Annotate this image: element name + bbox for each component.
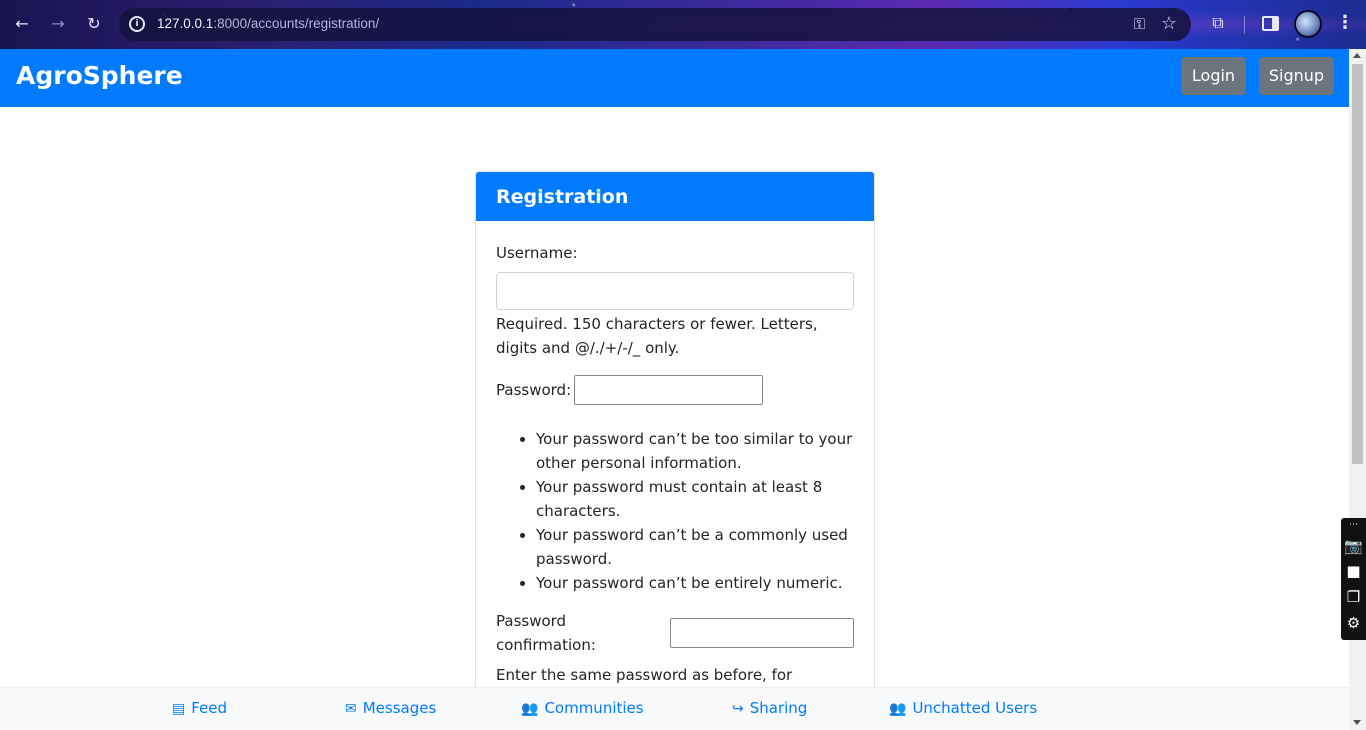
back-icon[interactable]: ← xyxy=(11,13,33,35)
nav-communities[interactable]: 👥 Communities xyxy=(521,699,644,717)
registration-form: Username: Required. 150 characters or fe… xyxy=(476,221,874,730)
key-icon[interactable]: ⚿ xyxy=(1134,15,1145,33)
scroll-thumb[interactable] xyxy=(1352,64,1363,464)
url-host: 127.0.0.1 xyxy=(157,16,214,31)
nav-communities-label: Communities xyxy=(544,699,644,717)
camera-icon[interactable]: 📷 xyxy=(1343,536,1364,556)
username-label: Username: xyxy=(496,244,578,262)
password-confirmation-label: Password confirmation: xyxy=(496,612,596,654)
scroll-up-arrow[interactable] xyxy=(1353,53,1361,58)
bookmark-star-icon[interactable]: ☆ xyxy=(1161,13,1177,34)
share-icon: ↪ xyxy=(732,701,744,717)
forward-icon[interactable]: → xyxy=(47,13,69,35)
nav-feed[interactable]: ▤ Feed xyxy=(172,699,227,717)
signup-button[interactable]: Signup xyxy=(1259,57,1334,95)
newspaper-icon: ▤ xyxy=(172,701,186,717)
envelope-icon: ✉ xyxy=(345,701,357,717)
nav-unchatted-users-label: Unchatted Users xyxy=(912,699,1038,717)
login-button[interactable]: Login xyxy=(1181,57,1246,95)
nav-sharing-label: Sharing xyxy=(749,699,808,717)
password-rule: Your password can’t be entirely numeric. xyxy=(536,571,854,595)
top-navbar: AgroSphere Login Signup xyxy=(0,49,1349,107)
capture-tool-panel: ⋯ 📷 ■ ❐ ⚙ xyxy=(1341,518,1366,640)
extensions-icon[interactable]: ⧉ xyxy=(1207,13,1229,35)
nav-unchatted-users[interactable]: 👥 Unchatted Users xyxy=(889,699,1037,717)
password-input[interactable] xyxy=(574,375,764,405)
video-icon[interactable]: ■ xyxy=(1343,561,1364,581)
password-rule: Your password must contain at least 8 ch… xyxy=(536,475,854,523)
password-label: Password: xyxy=(496,381,572,399)
nav-feed-label: Feed xyxy=(191,699,228,717)
address-bar[interactable]: i 127.0.0.1:8000/accounts/registration/ … xyxy=(119,8,1191,41)
nav-sharing[interactable]: ↪ Sharing xyxy=(732,699,807,717)
browser-toolbar: ← → ↻ i 127.0.0.1:8000/accounts/registra… xyxy=(0,0,1366,49)
scroll-down-arrow[interactable] xyxy=(1353,720,1361,725)
address-url[interactable]: 127.0.0.1:8000/accounts/registration/ xyxy=(157,16,379,31)
password-row: Password: xyxy=(496,375,854,405)
bottom-navigation: ▤ Feed ✉ Messages 👥 Communities ↪ Sharing 👥 U… xyxy=(0,687,1349,730)
confirm-row: Password confirmation: xyxy=(496,609,854,657)
reload-icon[interactable]: ↻ xyxy=(83,13,105,35)
password-rule: Your password can’t be too similar to yo… xyxy=(536,427,854,475)
more-menu-icon[interactable]: ⋮ xyxy=(1336,12,1354,33)
password-confirmation-input[interactable] xyxy=(670,618,854,648)
site-info-icon[interactable]: i xyxy=(129,16,145,32)
page-viewport: AgroSphere Login Signup Registration Use… xyxy=(0,49,1349,730)
users-icon: 👥 xyxy=(889,701,907,717)
nav-messages-label: Messages xyxy=(362,699,437,717)
password-rule: Your password can’t be a commonly used p… xyxy=(536,523,854,571)
username-input[interactable] xyxy=(496,272,854,310)
registration-card: Registration Username: Required. 150 cha… xyxy=(475,171,875,730)
settings-gear-icon[interactable]: ⚙ xyxy=(1343,613,1364,633)
side-panel-icon[interactable] xyxy=(1262,16,1279,31)
toolbar-divider xyxy=(1244,16,1245,34)
nav-messages[interactable]: ✉ Messages xyxy=(345,699,436,717)
password-rules-list: Your password can’t be too similar to yo… xyxy=(496,427,854,595)
card-title: Registration xyxy=(476,172,874,221)
username-help-text: Required. 150 characters or fewer. Lette… xyxy=(496,315,818,357)
brand-logo[interactable]: AgroSphere xyxy=(16,61,183,90)
url-path: :8000/accounts/registration/ xyxy=(213,16,380,31)
profile-avatar[interactable] xyxy=(1294,10,1322,38)
window-icon[interactable]: ❐ xyxy=(1343,587,1364,607)
users-icon: 👥 xyxy=(521,701,539,717)
